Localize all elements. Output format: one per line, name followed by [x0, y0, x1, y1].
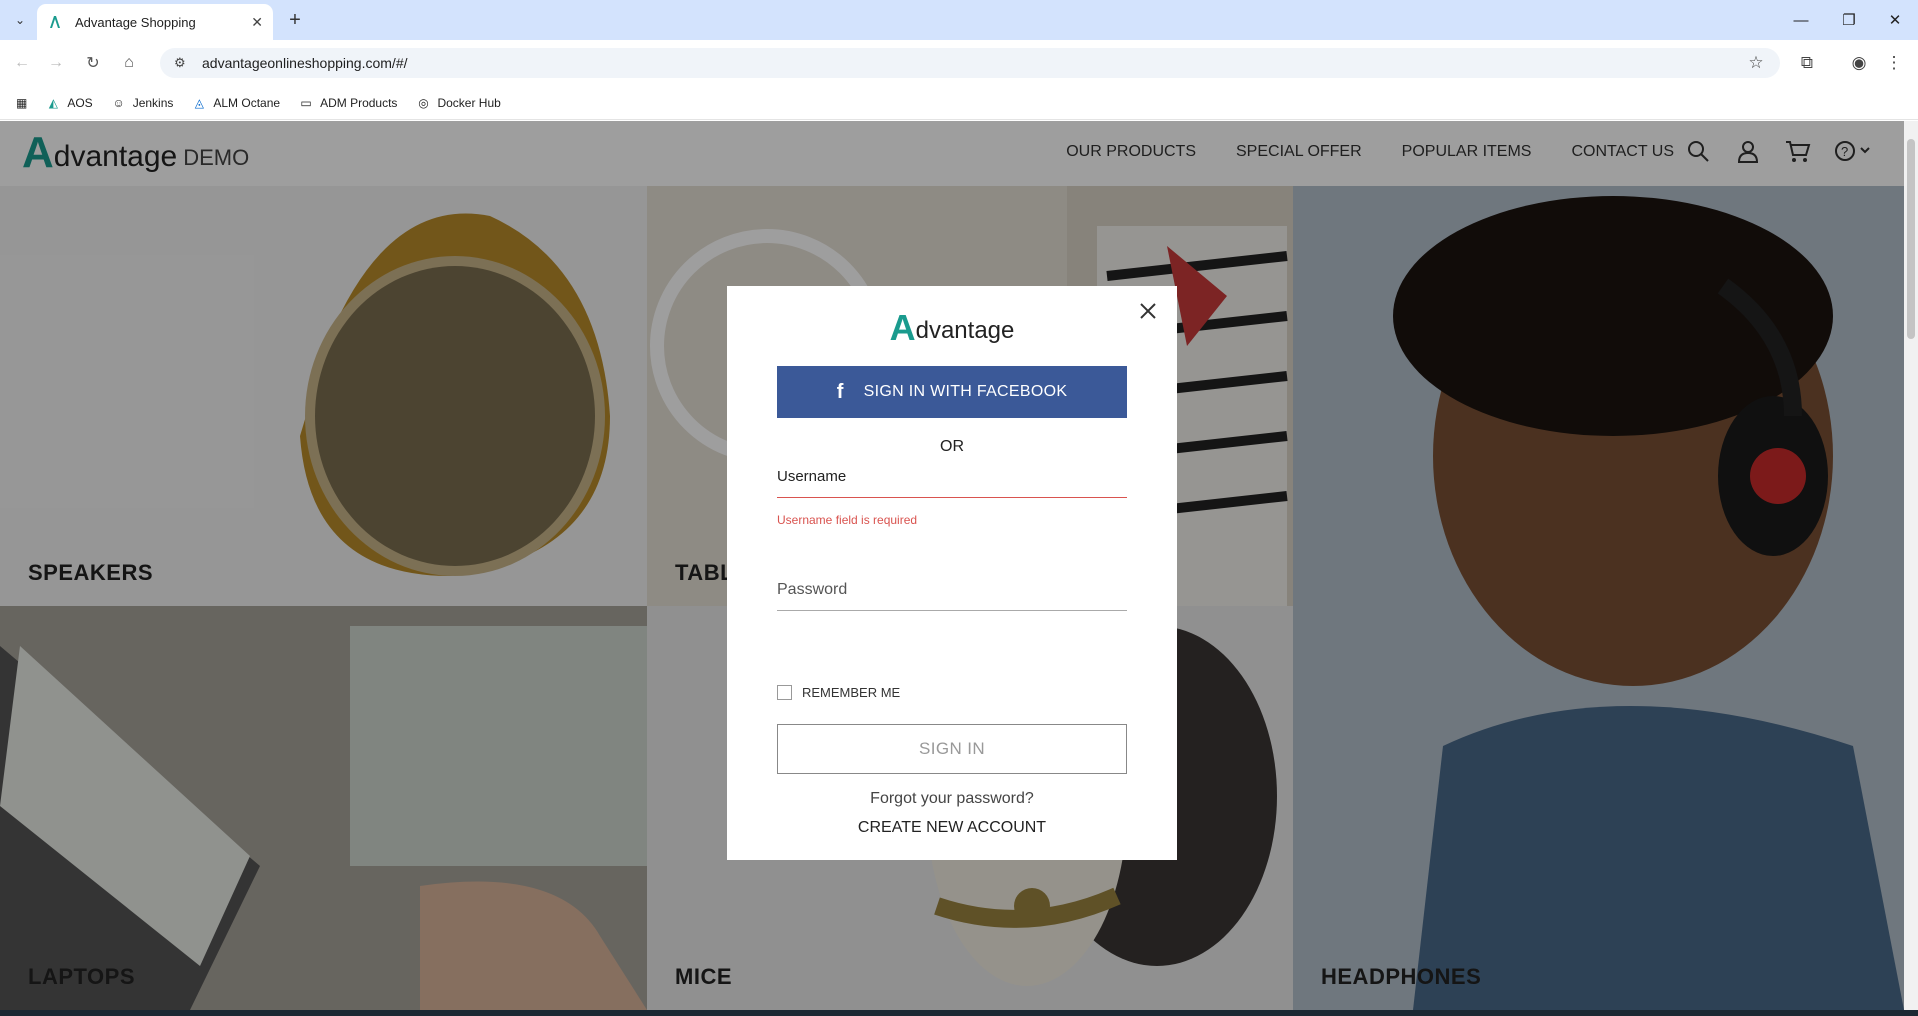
- bookmark-jenkins[interactable]: ☺ Jenkins: [111, 95, 174, 111]
- new-tab-button[interactable]: +: [283, 8, 307, 32]
- folder-icon: ▭: [300, 95, 312, 110]
- docker-icon: ◎: [418, 95, 429, 110]
- facebook-label: SIGN IN WITH FACEBOOK: [863, 383, 1068, 400]
- menu-dots-icon[interactable]: ⋮: [1880, 49, 1908, 77]
- username-field[interactable]: Username: [777, 468, 1127, 498]
- forward-icon[interactable]: →: [42, 49, 70, 77]
- tab-title: Advantage Shopping: [75, 14, 196, 30]
- site-info-icon[interactable]: ⚙: [174, 55, 190, 71]
- login-modal: A dvantage f SIGN IN WITH FACEBOOK OR Us…: [727, 286, 1177, 860]
- tab-list-chevron-icon[interactable]: ⌄: [8, 10, 32, 30]
- page-scrollbar[interactable]: [1904, 121, 1918, 1010]
- advantage-favicon-icon: [50, 16, 60, 28]
- url-text: advantageonlineshopping.com/#/: [202, 55, 408, 71]
- remember-label: REMEMBER ME: [802, 685, 901, 700]
- bookmark-label: ALM Octane: [213, 95, 281, 110]
- reload-icon[interactable]: ↻: [79, 49, 107, 77]
- back-icon[interactable]: ←: [8, 49, 36, 77]
- bookmark-label: AOS: [67, 95, 93, 110]
- or-divider: OR: [940, 438, 964, 455]
- bookmark-alm-octane[interactable]: ◬ ALM Octane: [191, 95, 280, 111]
- address-bar[interactable]: ⚙ advantageonlineshopping.com/#/: [160, 48, 1780, 78]
- browser-tab-strip: ⌄ Advantage Shopping ✕ + — ❐ ✕: [0, 0, 1918, 40]
- tab-close-icon[interactable]: ✕: [251, 14, 263, 31]
- username-label: Username: [777, 468, 847, 485]
- bookmark-aos[interactable]: ◭ AOS: [45, 95, 93, 111]
- restore-icon[interactable]: ❐: [1826, 0, 1872, 40]
- facebook-icon: f: [836, 380, 844, 403]
- web-page: A dvantage DEMO OUR PRODUCTS SPECIAL OFF…: [0, 121, 1904, 1010]
- username-error: Username field is required: [777, 513, 918, 527]
- apps-grid-icon[interactable]: ▦: [16, 96, 27, 110]
- remember-me[interactable]: REMEMBER ME: [777, 685, 900, 700]
- bookmark-adm-products[interactable]: ▭ ADM Products: [298, 95, 397, 111]
- logo-text: dvantage: [915, 317, 1015, 344]
- password-field[interactable]: Password: [777, 581, 1127, 611]
- password-label: Password: [777, 581, 848, 598]
- browser-tab[interactable]: Advantage Shopping ✕: [37, 4, 273, 40]
- bookmark-label: Docker Hub: [437, 95, 501, 110]
- username-underline: [777, 497, 1127, 498]
- jenkins-icon: ☺: [112, 95, 125, 110]
- bookmark-star-icon[interactable]: ☆: [1742, 49, 1770, 77]
- facebook-signin-button[interactable]: f SIGN IN WITH FACEBOOK: [777, 366, 1127, 418]
- signin-button[interactable]: SIGN IN: [777, 724, 1127, 774]
- aos-icon: ◭: [48, 95, 58, 110]
- password-underline: [777, 610, 1127, 611]
- extensions-icon[interactable]: ⧉: [1793, 49, 1821, 77]
- os-taskbar: [0, 1010, 1918, 1016]
- bookmarks-bar: ▦ ◭ AOS ☺ Jenkins ◬ ALM Octane ▭ ADM Product…: [0, 86, 1918, 120]
- bookmark-label: ADM Products: [320, 95, 398, 110]
- remember-checkbox[interactable]: [777, 685, 792, 700]
- minimize-icon[interactable]: —: [1778, 0, 1824, 40]
- bookmark-docker-hub[interactable]: ◎ Docker Hub: [415, 95, 501, 111]
- window-close-icon[interactable]: ✕: [1872, 0, 1918, 40]
- octane-icon: ◬: [194, 95, 204, 110]
- bookmark-label: Jenkins: [132, 95, 174, 110]
- modal-logo: A dvantage: [727, 310, 1177, 346]
- profile-icon[interactable]: ◉: [1845, 49, 1873, 77]
- scrollbar-thumb[interactable]: [1907, 139, 1915, 339]
- logo-letter: A: [889, 307, 916, 348]
- home-icon[interactable]: ⌂: [115, 49, 143, 77]
- forgot-password-link[interactable]: Forgot your password?: [727, 790, 1177, 808]
- create-account-link[interactable]: CREATE NEW ACCOUNT: [727, 819, 1177, 837]
